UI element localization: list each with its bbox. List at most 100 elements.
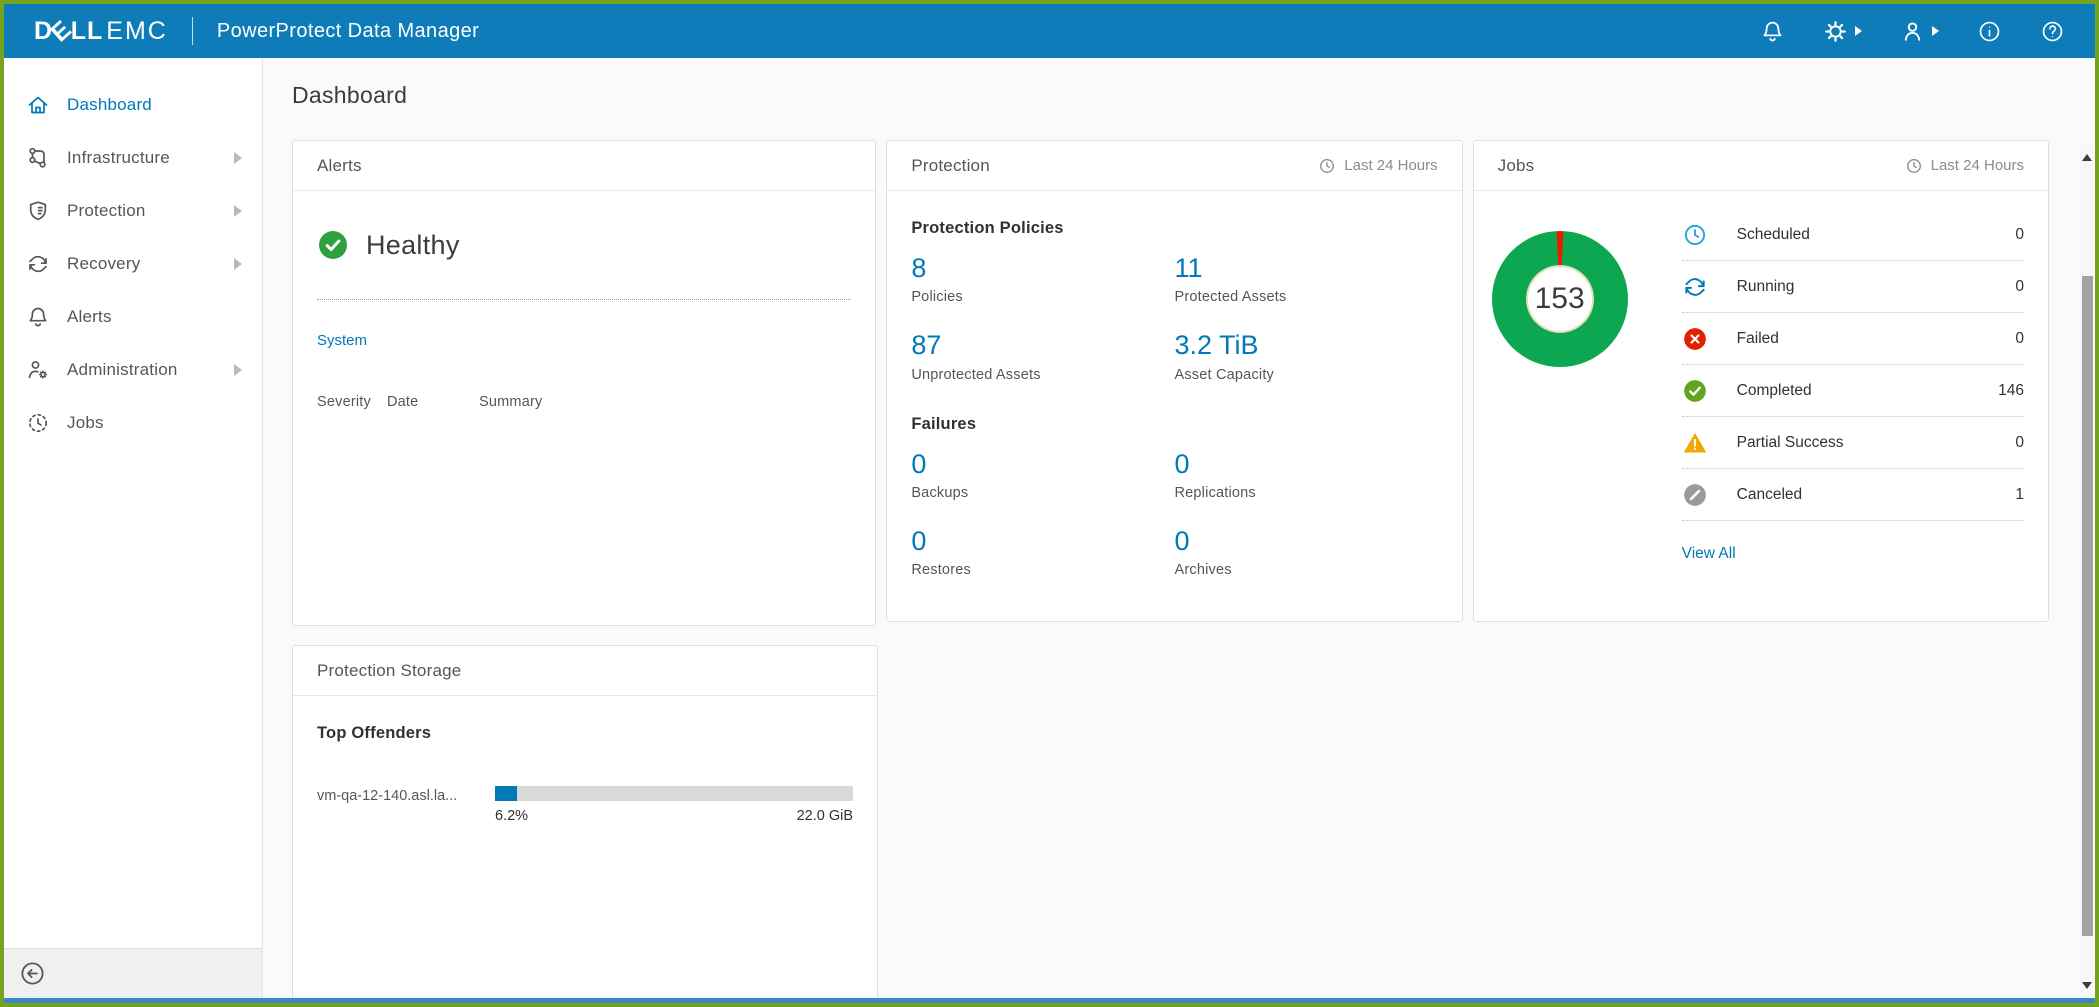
job-row-scheduled: Scheduled 0 [1681,209,2024,261]
product-title: PowerProtect Data Manager [216,19,480,42]
chevron-right-icon [234,363,242,376]
stat-archives: 0 Archives [1174,527,1437,579]
column-severity: Severity [317,394,371,410]
column-summary: Summary [479,394,543,410]
top-offenders-heading: Top Offenders [317,724,432,742]
jobs-status-list: Scheduled 0 Running 0 Failed 0 Completed… [1681,191,2024,563]
user-gear-icon [26,358,50,382]
time-range-badge: Last 24 Hours [1318,157,1438,175]
stat-protected-assets: 11 Protected Assets [1174,254,1437,306]
app-frame: DELL EMC PowerProtect Data Manager Dashb… [0,0,2099,1007]
protection-card-title: Protection [911,155,990,175]
notifications-bell-icon[interactable] [1760,19,1785,44]
stat-value-link[interactable]: 8 [911,254,1174,283]
sidebar: Dashboard Infrastructure Protection Reco… [4,58,263,998]
sidebar-item-label: Recovery [67,253,141,273]
page-title: Dashboard [292,82,408,108]
dellemc-logo: DELL EMC [34,14,168,47]
bell-icon [26,305,50,329]
sidebar-item-administration[interactable]: Administration [4,343,262,396]
stat-restores: 0 Restores [911,527,1174,579]
sidebar-item-label: Alerts [67,306,112,326]
stat-value-link[interactable]: 11 [1174,254,1437,283]
stat-value-link[interactable]: 0 [1174,527,1437,556]
protection-card: Protection Last 24 Hours Protection Poli… [886,140,1463,622]
chevron-right-icon [1932,26,1939,36]
stat-asset-capacity: 3.2 TiB Asset Capacity [1174,331,1437,383]
user-menu-icon[interactable] [1900,19,1939,44]
job-row-failed: Failed 0 [1681,313,2024,365]
stat-replications: 0 Replications [1174,449,1437,501]
job-row-running: Running 0 [1681,261,2024,313]
scrollbar-thumb[interactable] [2082,276,2093,936]
offender-row: vm-qa-12-140.asl.la... 6.2% 22.0 GiB [317,777,853,824]
job-row-canceled: Canceled 1 [1681,469,2024,521]
stat-backups: 0 Backups [911,449,1174,501]
sidebar-item-jobs[interactable]: Jobs [4,396,262,449]
header-divider [191,17,193,45]
jobs-total: 153 [1534,282,1585,315]
chevron-right-icon [234,204,242,217]
protection-policies-heading: Protection Policies [911,219,1064,237]
chevron-right-icon [234,257,242,270]
view-all-jobs-link[interactable]: View All [1682,545,1736,563]
sidebar-item-alerts[interactable]: Alerts [4,290,262,343]
sidebar-item-label: Infrastructure [67,147,170,167]
clock-outline-icon [1682,222,1708,248]
stat-policies: 8 Policies [911,254,1174,306]
ban-circle-icon [1682,482,1708,508]
vertical-scrollbar[interactable] [2080,145,2095,998]
bottom-edge-strip [4,998,2095,1003]
clock-dashed-icon [26,411,50,435]
system-health-status: Healthy [366,229,460,260]
healthy-check-icon [317,229,349,261]
usage-bar-fill [495,786,518,801]
error-circle-icon [1682,326,1708,352]
system-alerts-link[interactable]: System [317,332,367,349]
refresh-icon [26,252,50,276]
stat-value-link[interactable]: 87 [911,331,1174,360]
stat-value-link[interactable]: 0 [911,449,1174,478]
scroll-down-arrow-icon[interactable] [2082,980,2093,991]
stat-value-link[interactable]: 0 [911,527,1174,556]
jobs-donut-chart: 153 [1491,231,1628,367]
chevron-right-icon [234,151,242,164]
sidebar-item-protection[interactable]: Protection [4,184,262,237]
offender-asset-name: vm-qa-12-140.asl.la... [317,788,458,804]
sidebar-item-label: Dashboard [67,94,152,114]
sidebar-item-dashboard[interactable]: Dashboard [4,78,262,131]
jobs-card-title: Jobs [1497,155,1535,175]
failures-heading: Failures [911,414,977,433]
protection-storage-card: Protection Storage Top Offenders vm-qa-1… [292,645,878,998]
info-icon[interactable] [1977,19,2002,44]
shield-icon [26,199,50,223]
scroll-up-arrow-icon[interactable] [2082,152,2093,163]
job-row-partial-success: Partial Success 0 [1681,417,2024,469]
column-date: Date [387,394,419,410]
usage-bar [495,786,853,801]
time-range-badge: Last 24 Hours [1905,157,2024,175]
stat-unprotected-assets: 87 Unprotected Assets [911,331,1174,383]
sidebar-item-label: Administration [67,359,178,379]
check-circle-icon [1682,378,1708,404]
refresh-icon [1682,274,1708,300]
stat-value-link[interactable]: 3.2 TiB [1174,331,1437,360]
help-icon[interactable] [2040,19,2065,44]
settings-gear-icon[interactable] [1823,19,1862,44]
alerts-card: Alerts Healthy System Severity Date Summ… [292,140,877,626]
home-icon [26,93,50,117]
alerts-table-header: Severity Date Summary [317,394,851,410]
warning-triangle-icon [1682,430,1708,456]
divider [317,299,852,300]
sidebar-item-infrastructure[interactable]: Infrastructure [4,131,262,184]
stat-value-link[interactable]: 0 [1174,449,1437,478]
sidebar-footer [4,948,262,998]
sidebar-item-label: Protection [67,200,146,220]
collapse-sidebar-icon[interactable] [19,960,46,987]
alerts-card-title: Alerts [317,155,362,175]
top-header: DELL EMC PowerProtect Data Manager [4,4,2095,58]
jobs-card: Jobs Last 24 Hours 153 Scheduled 0 Runni… [1472,140,2049,622]
usage-percent: 6.2% [495,808,529,824]
usage-capacity: 22.0 GiB [796,808,853,824]
sidebar-item-recovery[interactable]: Recovery [4,237,262,290]
